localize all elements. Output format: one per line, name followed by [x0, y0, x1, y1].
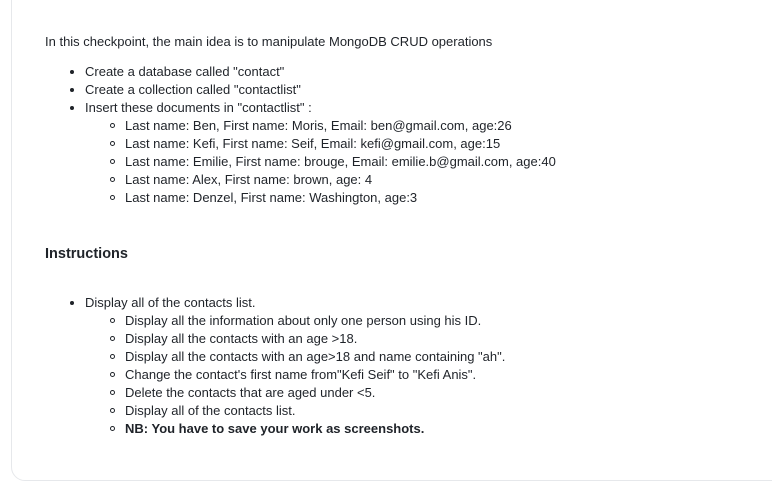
bullet-circle: [110, 408, 115, 413]
document-text: Last name: Kefi, First name: Seif, Email…: [125, 136, 501, 151]
task-list: Create a database called "contact" Creat…: [45, 63, 556, 207]
step-text: Delete the contacts that are aged under …: [125, 385, 376, 400]
step-text: Display all the information about only o…: [125, 313, 482, 328]
document-text: Last name: Denzel, First name: Washingto…: [125, 190, 418, 205]
bullet-circle: [110, 195, 115, 200]
nb-note-text: NB: You have to save your work as screen…: [125, 421, 425, 436]
bullet-circle: [110, 159, 115, 164]
task-item: Create a collection called "contactlist": [45, 81, 556, 99]
bullet-dot: [70, 106, 74, 110]
instruction-step: Display all of the contacts list.: [85, 402, 505, 420]
instruction-step: Change the contact's first name from"Kef…: [85, 366, 505, 384]
document-item: Last name: Ben, First name: Moris, Email…: [85, 117, 556, 135]
intro-text: In this checkpoint, the main idea is to …: [45, 34, 493, 49]
document-text: Last name: Emilie, First name: brouge, E…: [125, 154, 556, 169]
bullet-circle: [110, 390, 115, 395]
instruction-text: Display all of the contacts list.: [85, 295, 256, 310]
instruction-step: Display all the contacts with an age>18 …: [85, 348, 505, 366]
bullet-dot: [70, 70, 74, 74]
task-text: Create a database called "contact": [85, 64, 285, 79]
instruction-item: Display all of the contacts list. Displa…: [45, 294, 505, 438]
document-item: Last name: Kefi, First name: Seif, Email…: [85, 135, 556, 153]
step-text: Display all the contacts with an age >18…: [125, 331, 358, 346]
instruction-step: Display all the information about only o…: [85, 312, 505, 330]
instructions-heading: Instructions: [45, 246, 128, 262]
task-text: Create a collection called "contactlist": [85, 82, 301, 97]
bullet-circle: [110, 372, 115, 377]
task-item: Create a database called "contact": [45, 63, 556, 81]
bullet-circle: [110, 141, 115, 146]
task-item: Insert these documents in "contactlist" …: [45, 99, 556, 207]
bullet-circle: [110, 354, 115, 359]
task-text: Insert these documents in "contactlist" …: [85, 100, 312, 115]
step-text: Display all the contacts with an age>18 …: [125, 349, 506, 364]
document-text: Last name: Ben, First name: Moris, Email…: [125, 118, 512, 133]
document-item: Last name: Emilie, First name: brouge, E…: [85, 153, 556, 171]
bullet-circle: [110, 426, 115, 431]
bullet-dot: [70, 88, 74, 92]
instruction-step: Delete the contacts that are aged under …: [85, 384, 505, 402]
bullet-dot: [70, 301, 74, 305]
instruction-step: NB: You have to save your work as screen…: [85, 420, 505, 438]
document-item: Last name: Denzel, First name: Washingto…: [85, 189, 556, 207]
bullet-circle: [110, 318, 115, 323]
step-text: Change the contact's first name from"Kef…: [125, 367, 477, 382]
bullet-circle: [110, 177, 115, 182]
instructions-list: Display all of the contacts list. Displa…: [45, 294, 505, 438]
document-item: Last name: Alex, First name: brown, age:…: [85, 171, 556, 189]
bullet-circle: [110, 123, 115, 128]
instruction-step: Display all the contacts with an age >18…: [85, 330, 505, 348]
document-list: Last name: Ben, First name: Moris, Email…: [85, 117, 556, 207]
document-text: Last name: Alex, First name: brown, age:…: [125, 172, 373, 187]
instruction-steps-list: Display all the information about only o…: [85, 312, 505, 438]
bullet-circle: [110, 336, 115, 341]
step-text: Display all of the contacts list.: [125, 403, 296, 418]
